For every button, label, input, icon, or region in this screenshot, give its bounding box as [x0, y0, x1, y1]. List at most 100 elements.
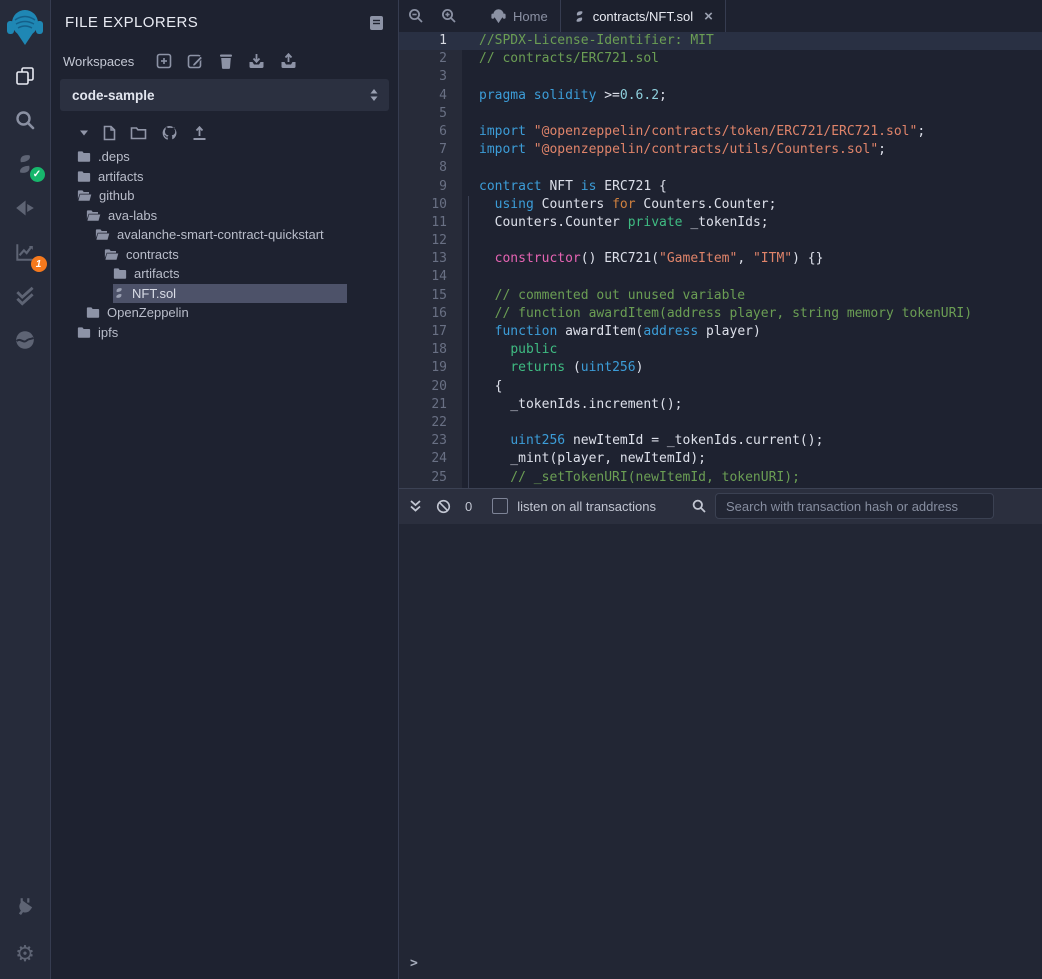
listen-transactions-checkbox[interactable] [492, 498, 508, 514]
code-line[interactable]: 12 [399, 232, 1042, 250]
workspace-select[interactable]: code-sample [60, 79, 389, 111]
tree-item-label: artifacts [134, 266, 180, 281]
solidity-file-icon [573, 10, 586, 23]
panel-title: FILE EXPLORERS [65, 14, 198, 31]
upload-file-icon[interactable] [192, 126, 207, 141]
new-folder-icon[interactable] [130, 126, 147, 140]
code-line[interactable]: 4pragma solidity >=0.6.2; [399, 87, 1042, 105]
tree-item-folder[interactable]: OpenZeppelin [86, 303, 347, 323]
code-token: // _setTokenURI(newItemId, tokenURI); [479, 470, 800, 485]
code-token: uint256 [581, 360, 636, 375]
zoom-in-button[interactable] [432, 0, 465, 32]
code-line[interactable]: 19 returns (uint256) [399, 359, 1042, 377]
line-number: 20 [399, 378, 462, 396]
new-file-icon[interactable] [103, 125, 116, 141]
sidebar-item-file-explorer[interactable] [0, 54, 51, 98]
code-line[interactable]: 14 [399, 268, 1042, 286]
code-line[interactable]: 25 // _setTokenURI(newItemId, tokenURI); [399, 469, 1042, 487]
delete-workspace-icon[interactable] [219, 53, 233, 69]
transaction-count: 0 [465, 499, 472, 514]
terminal-search-input[interactable] [715, 493, 994, 519]
code-token: is [581, 179, 604, 194]
code-line[interactable]: 18 public [399, 341, 1042, 359]
code-line[interactable]: 24 _mint(player, newItemId); [399, 450, 1042, 468]
code-token: using [495, 197, 542, 212]
code-editor[interactable]: 1//SPDX-License-Identifier: MIT2// contr… [399, 32, 1042, 488]
sidebar-item-analytics[interactable]: 1 [0, 230, 51, 274]
sidebar-item-solidity-unit-testing[interactable] [0, 274, 51, 318]
sidebar-item-deploy-and-run[interactable] [0, 186, 51, 230]
side-panel: FILE EXPLORERS Workspaces [51, 0, 399, 979]
sidebar-item-solidity-compiler[interactable]: ✓ [0, 142, 51, 186]
tree-item-label: github [99, 188, 134, 203]
sidebar-item-plugin-manager[interactable] [0, 885, 51, 929]
tab-home[interactable]: Home [479, 0, 560, 32]
zoom-out-button[interactable] [399, 0, 432, 32]
code-line[interactable]: 23 uint256 newItemId = _tokenIds.current… [399, 432, 1042, 450]
code-line[interactable]: 15 // commented out unused variable [399, 287, 1042, 305]
collapse-chevron-icon[interactable] [79, 129, 89, 137]
tree-item-file[interactable]: NFT.sol [113, 284, 347, 304]
code-line[interactable]: 21 _tokenIds.increment(); [399, 396, 1042, 414]
tree-item-folder[interactable]: avalanche-smart-contract-quickstart [95, 225, 347, 245]
code-line[interactable]: 9contract NFT is ERC721 { [399, 178, 1042, 196]
code-line[interactable]: 26 [399, 487, 1042, 488]
tree-item-label: avalanche-smart-contract-quickstart [117, 227, 324, 242]
code-token: contract [479, 179, 549, 194]
solidity-file-icon [113, 287, 125, 299]
line-number: 15 [399, 287, 462, 305]
code-text: Counters.Counter private _tokenIds; [462, 214, 769, 232]
code-line[interactable]: 8 [399, 159, 1042, 177]
code-line[interactable]: 2// contracts/ERC721.sol [399, 50, 1042, 68]
code-line[interactable]: 11 Counters.Counter private _tokenIds; [399, 214, 1042, 232]
code-text: function awardItem(address player) [462, 323, 761, 341]
rename-workspace-icon[interactable] [187, 53, 204, 69]
docs-book-icon[interactable] [369, 15, 384, 31]
home-remix-icon [491, 8, 506, 24]
tree-item-label: NFT.sol [132, 286, 176, 301]
code-token: // function awardItem(address player, st… [479, 306, 972, 321]
tab-nft-sol[interactable]: contracts/NFT.sol × [560, 0, 726, 32]
code-line[interactable]: 7import "@openzeppelin/contracts/utils/C… [399, 141, 1042, 159]
sidebar-item-settings[interactable]: ⚙ [0, 929, 51, 979]
tree-item-folder[interactable]: artifacts [113, 264, 347, 284]
folder-closed-icon [86, 306, 100, 319]
code-line[interactable]: 6import "@openzeppelin/contracts/token/E… [399, 123, 1042, 141]
terminal-expand-icon[interactable] [409, 499, 422, 513]
download-workspace-icon[interactable] [248, 53, 265, 69]
tree-item-folder[interactable]: ava-labs [86, 206, 347, 226]
code-line[interactable]: 20 { [399, 378, 1042, 396]
remix-logo [0, 0, 51, 54]
terminal-content[interactable]: > [399, 524, 1042, 979]
code-text [462, 414, 479, 432]
create-workspace-icon[interactable] [156, 53, 172, 69]
code-text: constructor() ERC721("GameItem", "ITM") … [462, 250, 823, 268]
sidebar-item-plugin-circle[interactable] [0, 318, 51, 362]
code-line[interactable]: 22 [399, 414, 1042, 432]
code-line[interactable]: 16 // function awardItem(address player,… [399, 305, 1042, 323]
code-line[interactable]: 1//SPDX-License-Identifier: MIT [399, 32, 1042, 50]
sidebar-item-search[interactable] [0, 98, 51, 142]
tree-item-folder[interactable]: ipfs [77, 323, 347, 343]
code-token [479, 342, 510, 357]
terminal-clear-icon[interactable] [436, 499, 451, 514]
tree-item-folder[interactable]: artifacts [77, 167, 347, 187]
upload-workspace-icon[interactable] [280, 53, 297, 69]
tree-item-folder[interactable]: .deps [77, 147, 347, 167]
tree-item-folder[interactable]: github [77, 186, 347, 206]
tree-item-label: .deps [98, 149, 130, 164]
line-number: 25 [399, 469, 462, 487]
code-line[interactable]: 5 [399, 105, 1042, 123]
code-token: pragma solidity [479, 88, 604, 103]
tree-item-label: contracts [126, 247, 179, 262]
code-text [462, 105, 479, 123]
code-line[interactable]: 10 using Counters for Counters.Counter; [399, 196, 1042, 214]
github-icon[interactable] [161, 125, 178, 141]
code-line[interactable]: 3 [399, 68, 1042, 86]
code-text [462, 232, 479, 250]
tree-item-folder[interactable]: contracts [104, 245, 347, 265]
code-line[interactable]: 13 constructor() ERC721("GameItem", "ITM… [399, 250, 1042, 268]
tab-close-icon[interactable]: × [704, 8, 713, 25]
code-line[interactable]: 17 function awardItem(address player) [399, 323, 1042, 341]
code-token [479, 197, 495, 212]
